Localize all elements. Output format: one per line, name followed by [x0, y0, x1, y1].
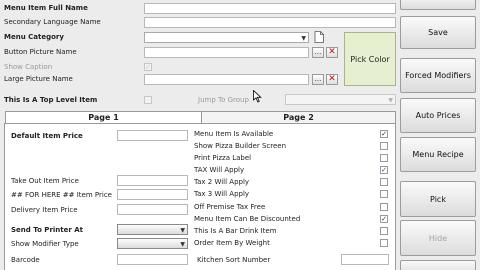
top-level-item-label: This Is A Top Level Item	[4, 96, 98, 104]
tax-3-will-apply-checkbox[interactable]	[380, 190, 388, 198]
tax-2-will-apply-label: Tax 2 Will Apply	[194, 178, 250, 186]
bottom-partial-button[interactable]	[400, 260, 476, 270]
barcode-label: Barcode	[11, 256, 40, 264]
show-pizza-builder-label: Show Pizza Builder Screen	[194, 142, 287, 150]
tax-will-apply-checkbox[interactable]: ✓	[380, 166, 388, 174]
large-picture-name-label: Large Picture Name	[4, 75, 73, 83]
tax-3-will-apply-label: Tax 3 Will Apply	[194, 190, 250, 198]
print-pizza-label-label: Print Pizza Label	[194, 154, 252, 162]
can-be-discounted-checkbox[interactable]: ✓	[380, 215, 388, 223]
secondary-language-name-label: Secondary Language Name	[4, 18, 101, 26]
forced-modifiers-button[interactable]: Forced Modifiers	[400, 58, 476, 93]
for-here-item-price-input[interactable]	[117, 189, 188, 200]
kitchen-sort-number-label: Kitchen Sort Number	[197, 256, 271, 264]
auto-prices-button[interactable]: Auto Prices	[400, 98, 476, 133]
show-pizza-builder-checkbox[interactable]	[380, 142, 388, 150]
take-out-item-price-input[interactable]	[117, 175, 188, 186]
off-premise-tax-free-checkbox[interactable]	[380, 203, 388, 211]
order-by-weight-label: Order Item By Weight	[194, 239, 270, 247]
can-be-discounted-label: Menu Item Can Be Discounted	[194, 215, 301, 223]
jump-to-group-select[interactable]: ▼	[285, 94, 396, 105]
bar-drink-item-label: This Is A Bar Drink Item	[194, 227, 277, 235]
save-button[interactable]: Save	[400, 16, 476, 49]
large-picture-name-input[interactable]	[144, 74, 309, 85]
hide-button[interactable]: Hide	[400, 220, 476, 256]
tax-2-will-apply-checkbox[interactable]	[380, 178, 388, 186]
tax-will-apply-label: TAX Will Apply	[194, 166, 245, 174]
menu-category-label: Menu Category	[4, 33, 64, 41]
delivery-item-price-input[interactable]	[117, 204, 188, 215]
menu-item-available-label: Menu Item Is Available	[194, 130, 274, 138]
chevron-down-icon: ▼	[180, 227, 185, 234]
kitchen-sort-number-input[interactable]	[341, 254, 389, 265]
button-picture-name-label: Button Picture Name	[4, 48, 77, 56]
off-premise-tax-free-label: Off Premise Tax Free	[194, 203, 266, 211]
menu-item-full-name-input[interactable]	[144, 3, 396, 14]
barcode-input[interactable]	[117, 254, 188, 265]
for-here-item-price-label: ## FOR HERE ## Item Price	[11, 191, 112, 199]
large-picture-delete-icon[interactable]: ✕	[326, 74, 338, 85]
print-pizza-label-checkbox[interactable]	[380, 154, 388, 162]
new-page-icon[interactable]	[314, 31, 324, 43]
show-caption-label: Show Caption	[4, 63, 53, 71]
default-item-price-label: Default Item Price	[11, 132, 83, 140]
secondary-language-name-input[interactable]	[144, 17, 396, 28]
send-to-printer-select[interactable]: ▼	[117, 224, 188, 235]
pick-button[interactable]: Pick	[400, 181, 476, 217]
mouse-cursor-icon	[253, 89, 262, 103]
menu-item-full-name-label: Menu Item Full Name	[4, 4, 88, 12]
chevron-down-icon: ▼	[301, 35, 306, 42]
show-modifier-type-label: Show Modifier Type	[11, 240, 79, 248]
page-1-panel: Default Item Price Take Out Item Price #…	[4, 123, 396, 270]
take-out-item-price-label: Take Out Item Price	[11, 177, 79, 185]
jump-to-group-label: Jump To Group	[198, 96, 249, 104]
menu-item-available-checkbox[interactable]: ✓	[380, 130, 388, 138]
chevron-down-icon: ▼	[180, 241, 185, 248]
top-level-item-checkbox[interactable]	[144, 96, 152, 104]
menu-category-select[interactable]: ▼	[144, 32, 309, 43]
button-picture-delete-icon[interactable]: ✕	[326, 47, 338, 58]
send-to-printer-label: Send To Printer At	[11, 226, 84, 234]
pick-color-button[interactable]: Pick Color	[344, 32, 396, 86]
chevron-down-icon: ▼	[388, 97, 393, 104]
show-modifier-type-select[interactable]: ▼	[117, 238, 188, 249]
top-partial-button[interactable]	[400, 0, 476, 10]
show-caption-checkbox[interactable]: ✓	[144, 63, 152, 71]
pick-color-label: Pick Color	[350, 54, 390, 64]
bar-drink-item-checkbox[interactable]	[380, 227, 388, 235]
large-picture-browse-button[interactable]: ...	[312, 74, 324, 85]
order-by-weight-checkbox[interactable]	[380, 239, 388, 247]
delivery-item-price-label: Delivery Item Price	[11, 206, 78, 214]
menu-recipe-button[interactable]: Menu Recipe	[400, 137, 476, 172]
button-picture-browse-button[interactable]: ...	[312, 47, 324, 58]
default-item-price-input[interactable]	[117, 130, 188, 141]
button-picture-name-input[interactable]	[144, 47, 309, 58]
